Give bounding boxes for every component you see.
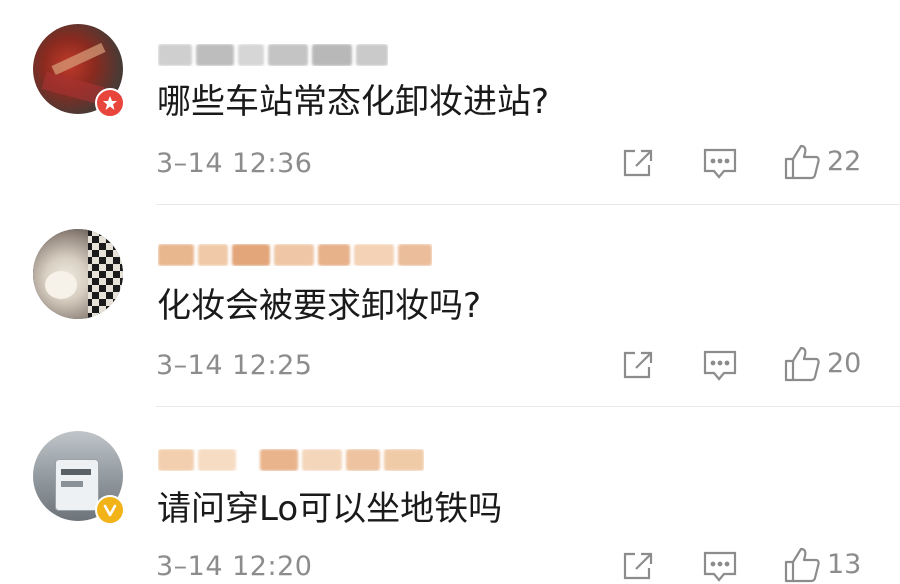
like-count: 22 [827,146,862,177]
thumbs-up-icon [784,346,820,382]
username-blurred[interactable] [158,244,432,266]
comment-timestamp: 3–14 12:25 [156,350,313,381]
avatar[interactable] [33,229,123,319]
gold-v-badge-icon [95,495,125,525]
username-blurred[interactable] [158,449,424,471]
comment-icon [703,350,737,381]
thumbs-up-icon [784,144,820,180]
share-icon [623,149,653,177]
comment-timestamp: 3–14 12:20 [156,551,313,582]
comment-item: 化妆会被要求卸妆吗? 3–14 12:25 20 [0,205,900,408]
red-badge-icon [95,88,125,118]
like-count: 13 [827,549,862,580]
like-button[interactable]: 22 [783,143,861,181]
reply-button[interactable] [702,550,738,584]
share-button[interactable] [621,147,655,179]
like-button[interactable]: 20 [783,345,861,383]
share-icon [623,552,653,580]
comment-text: 请问穿Lo可以坐地铁吗 [157,489,503,529]
like-button[interactable]: 13 [783,546,861,584]
comment-text: 化妆会被要求卸妆吗? [157,286,482,326]
reply-button[interactable] [702,147,738,181]
reply-button[interactable] [702,349,738,383]
share-button[interactable] [621,349,655,381]
comment-text: 哪些车站常态化卸妆进站? [157,82,550,122]
comment-item: 哪些车站常态化卸妆进站? 3–14 12:36 22 [0,0,900,205]
comment-timestamp: 3–14 12:36 [156,148,313,179]
share-icon [623,351,653,379]
comment-icon [703,551,737,582]
like-count: 20 [827,348,862,379]
username-blurred[interactable] [158,44,388,66]
thumbs-up-icon [784,547,820,583]
comment-icon [703,148,737,179]
comment-item: 请问穿Lo可以坐地铁吗 3–14 12:20 13 [0,407,900,583]
share-button[interactable] [621,550,655,582]
